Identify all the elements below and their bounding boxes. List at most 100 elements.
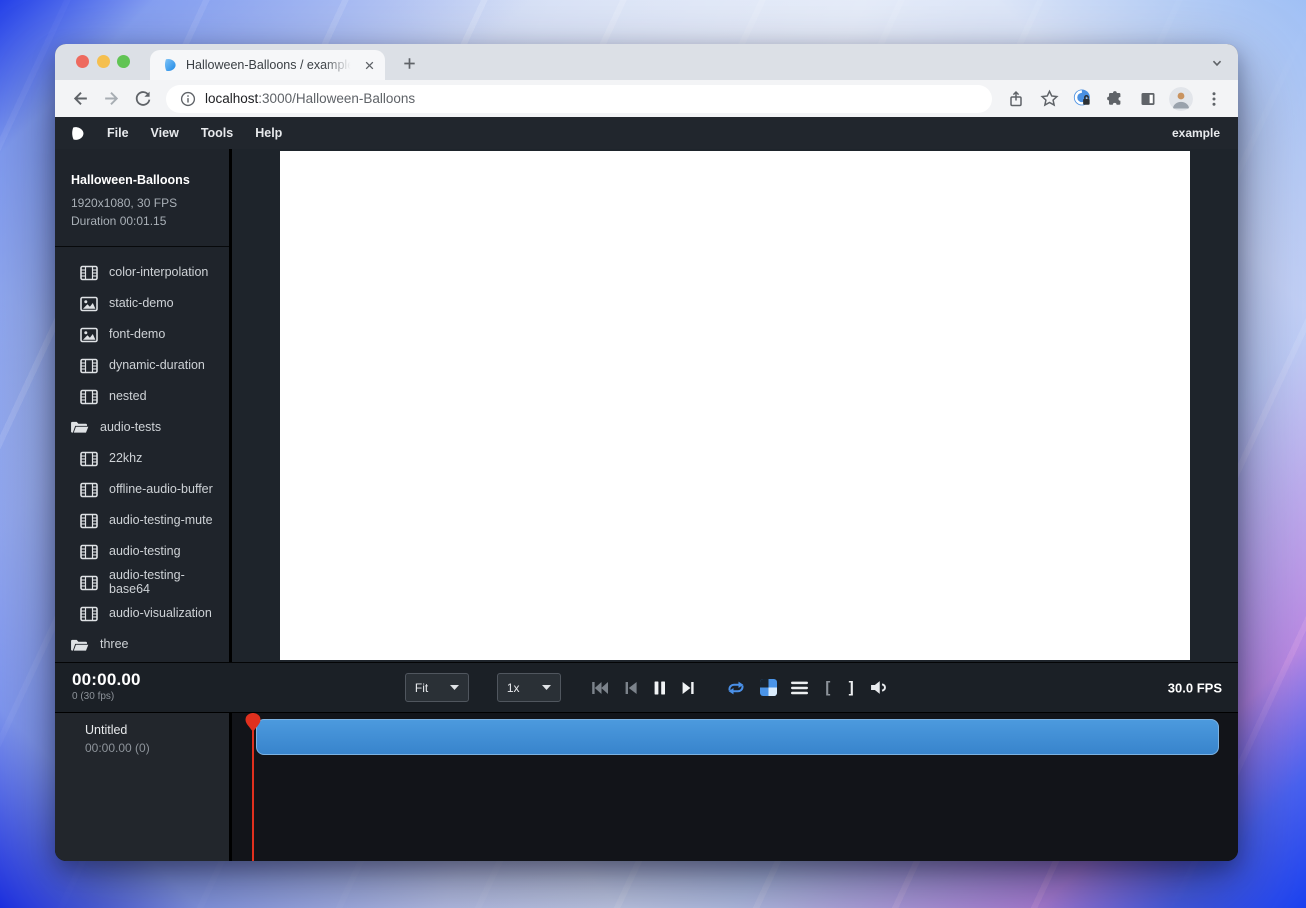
frame-counter: 0 (30 fps) <box>72 691 141 702</box>
timeline-area: Untitled 00:00.00 (0) <box>55 713 1238 861</box>
sidebar-item-label: color-interpolation <box>109 266 208 280</box>
sidebar-item-audio-tests[interactable]: audio-tests <box>55 412 229 443</box>
tab-close-icon[interactable] <box>362 58 377 73</box>
still-icon <box>80 327 98 343</box>
playhead-marker[interactable] <box>244 713 262 738</box>
film-icon <box>80 389 98 405</box>
sidebar-item-font-demo[interactable]: font-demo <box>55 319 229 350</box>
chevron-down-icon <box>542 685 551 690</box>
loop-icon[interactable] <box>726 680 746 696</box>
video-canvas[interactable] <box>280 151 1190 660</box>
sidebar-item-label: dynamic-duration <box>109 359 205 373</box>
next-frame-icon[interactable] <box>681 681 696 695</box>
size-select-value: Fit <box>415 681 428 695</box>
fps-display: 30.0 FPS <box>1168 680 1222 695</box>
preview-area <box>232 149 1238 662</box>
sidebar-item-three[interactable]: three <box>55 630 229 661</box>
tab-strip: Halloween-Balloons / example <box>55 44 1238 80</box>
film-icon <box>80 513 98 529</box>
sidebar-item-label: nested <box>109 390 147 404</box>
film-icon <box>80 451 98 467</box>
folder-icon <box>70 420 89 435</box>
minimize-window-button[interactable] <box>97 55 110 68</box>
zoom-window-button[interactable] <box>117 55 130 68</box>
sidebar-item-audio-testing-base64[interactable]: audio-testing-base64 <box>55 567 229 599</box>
app-menubar: File View Tools Help example <box>55 117 1238 149</box>
size-select[interactable]: Fit <box>405 673 469 702</box>
sidebar-item-nested[interactable]: nested <box>55 381 229 412</box>
remotion-logo-icon <box>69 125 86 142</box>
site-info-icon[interactable] <box>180 91 196 107</box>
composition-title: Halloween-Balloons <box>71 173 213 187</box>
address-bar[interactable]: localhost:3000/Halloween-Balloons <box>166 85 992 113</box>
sidebar-item-color-interpolation[interactable]: color-interpolation <box>55 257 229 288</box>
toolbar-actions <box>1004 87 1226 111</box>
folder-icon <box>70 638 89 653</box>
sidebar-item-dynamic-duration[interactable]: dynamic-duration <box>55 350 229 381</box>
sidebar-item-offline-audio-buffer[interactable]: offline-audio-buffer <box>55 474 229 505</box>
time-display: 00:00.00 0 (30 fps) <box>72 670 141 702</box>
menu-tools[interactable]: Tools <box>190 126 244 140</box>
sidebar-item-label: static-demo <box>109 297 174 311</box>
browser-menu-icon[interactable] <box>1202 87 1226 111</box>
sidebar-item-static-demo[interactable]: static-demo <box>55 288 229 319</box>
privacy-extension-icon[interactable] <box>1070 87 1094 111</box>
remotion-favicon-icon <box>162 57 178 73</box>
menu-view[interactable]: View <box>140 126 190 140</box>
previous-frame-icon[interactable] <box>623 681 638 695</box>
browser-window: Halloween-Balloons / example <box>55 44 1238 861</box>
sidebar-item-label: audio-testing-base64 <box>109 569 223 597</box>
sidebar-item-label: audio-testing-mute <box>109 514 213 528</box>
new-tab-button[interactable] <box>399 53 419 73</box>
sidebar-item-label: audio-testing <box>109 545 181 559</box>
player-toolbar: 00:00.00 0 (30 fps) Fit 1x <box>55 662 1238 713</box>
composition-resolution: 1920x1080, 30 FPS <box>71 194 213 212</box>
pause-icon[interactable] <box>652 681 667 695</box>
sidebar-item-label: 22khz <box>109 452 142 466</box>
still-icon <box>80 296 98 312</box>
profile-avatar[interactable] <box>1169 87 1193 111</box>
close-window-button[interactable] <box>76 55 89 68</box>
menu-file[interactable]: File <box>96 126 140 140</box>
extensions-puzzle-icon[interactable] <box>1103 87 1127 111</box>
share-icon[interactable] <box>1004 87 1028 111</box>
browser-tab[interactable]: Halloween-Balloons / example <box>150 50 385 80</box>
sidebar-item-22khz[interactable]: 22khz <box>55 443 229 474</box>
sidebar-item-label: three <box>100 638 129 652</box>
menu-help[interactable]: Help <box>244 126 293 140</box>
sidebar-item-audio-testing-mute[interactable]: audio-testing-mute <box>55 505 229 536</box>
skip-to-start-icon[interactable] <box>591 681 609 695</box>
volume-icon[interactable] <box>870 680 888 695</box>
side-panel-icon[interactable] <box>1136 87 1160 111</box>
sidebar-list: color-interpolation static-demo font-demo d… <box>55 247 229 661</box>
in-point-bracket-icon[interactable]: [ <box>823 680 833 696</box>
film-icon <box>80 575 98 591</box>
sidebar-item-label: audio-tests <box>100 421 161 435</box>
main-area: Halloween-Balloons 1920x1080, 30 FPS Dur… <box>55 149 1238 662</box>
sidebar-item-audio-visualization[interactable]: audio-visualization <box>55 599 229 630</box>
composition-duration: Duration 00:01.15 <box>71 212 213 230</box>
browser-toolbar: localhost:3000/Halloween-Balloons <box>55 80 1238 117</box>
speed-select[interactable]: 1x <box>497 673 561 702</box>
out-point-bracket-icon[interactable]: ] <box>847 680 857 696</box>
timeline-canvas[interactable] <box>232 713 1238 861</box>
forward-icon[interactable] <box>98 85 125 112</box>
tab-search-chevron-icon[interactable] <box>1207 53 1227 73</box>
sidebar-item-audio-testing[interactable]: audio-testing <box>55 536 229 567</box>
sidebar-item-label: font-demo <box>109 328 165 342</box>
timeline-sequence-bar[interactable] <box>256 719 1219 755</box>
chevron-down-icon <box>450 685 459 690</box>
track-name: Untitled <box>85 723 229 737</box>
film-icon <box>80 606 98 622</box>
sidebar-item-label: offline-audio-buffer <box>109 483 213 497</box>
compositions-sidebar: Halloween-Balloons 1920x1080, 30 FPS Dur… <box>55 149 232 662</box>
bookmark-star-icon[interactable] <box>1037 87 1061 111</box>
timecode: 00:00.00 <box>72 670 141 690</box>
transparency-checkerboard-icon[interactable] <box>760 679 777 696</box>
player-controls: Fit 1x <box>405 673 888 702</box>
timeline-list-icon[interactable] <box>791 681 809 695</box>
speed-select-value: 1x <box>507 681 520 695</box>
reload-icon[interactable] <box>129 85 156 112</box>
tab-title: Halloween-Balloons / example <box>186 58 354 72</box>
back-icon[interactable] <box>67 85 94 112</box>
